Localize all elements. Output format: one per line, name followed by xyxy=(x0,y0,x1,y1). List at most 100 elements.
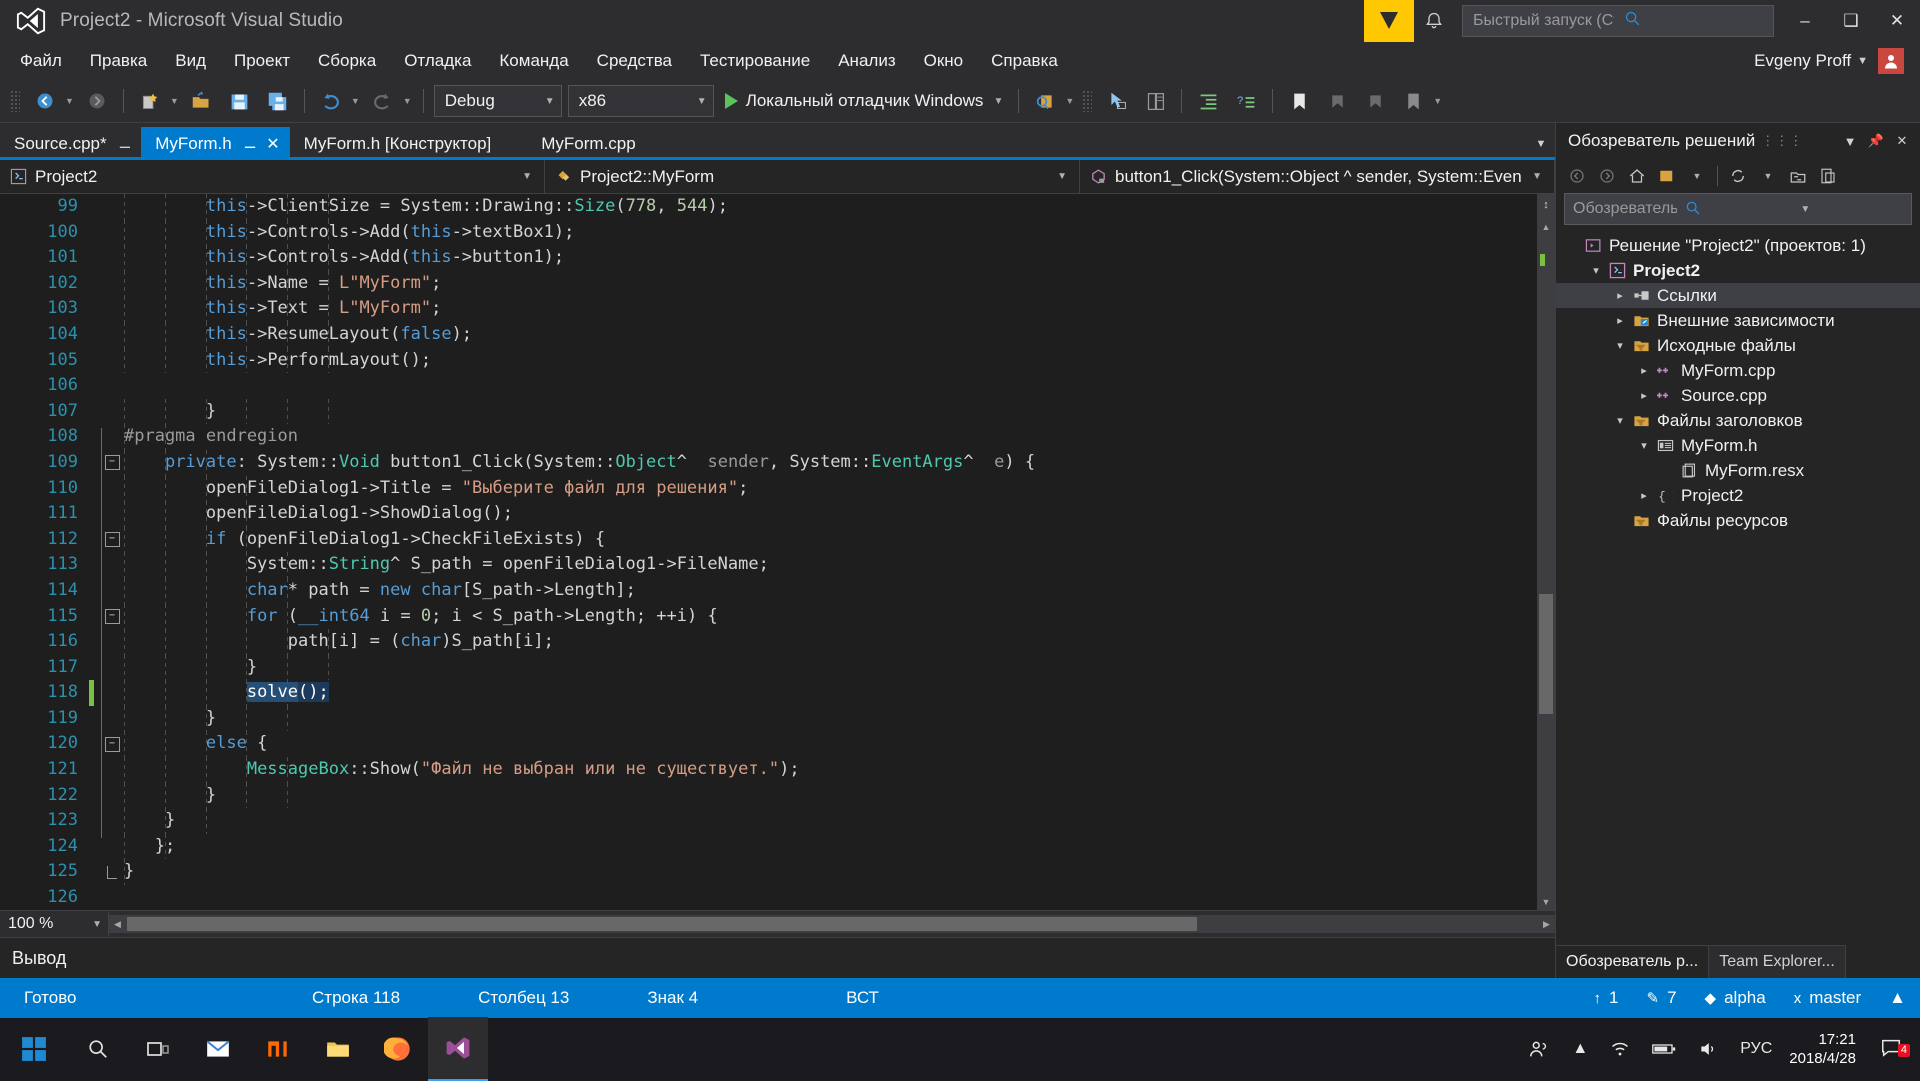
tree-item[interactable]: ▾ Файлы заголовков xyxy=(1556,408,1920,433)
tab-myform-cpp[interactable]: MyForm.cpp xyxy=(501,127,646,160)
select-element-icon[interactable] xyxy=(1098,85,1136,117)
chevron-down-icon[interactable]: ▾ xyxy=(1610,414,1630,427)
chevron-down-icon[interactable]: ▼ xyxy=(1857,55,1868,67)
code-text[interactable]: } xyxy=(122,705,1537,732)
code-text[interactable]: this->Controls->Add(this->textBox1); xyxy=(122,219,1537,246)
auto-hide-pin-icon[interactable]: 📌 xyxy=(1864,129,1888,153)
code-text[interactable]: this->ClientSize = System::Drawing::Size… xyxy=(122,194,1537,220)
code-text[interactable]: openFileDialog1->ShowDialog(); xyxy=(122,501,1537,527)
chevron-right-icon[interactable]: ▸ xyxy=(1634,364,1654,377)
code-line[interactable]: 122 } xyxy=(0,782,1537,809)
code-lines[interactable]: 99 this->ClientSize = System::Drawing::S… xyxy=(0,194,1537,910)
menu-item-tools[interactable]: Средства xyxy=(583,47,686,75)
toolbar-grip[interactable] xyxy=(10,90,20,112)
code-line[interactable]: 109 − private: System::Void button1_Click… xyxy=(0,449,1537,476)
tree-item[interactable]: ▸ Внешние зависимости xyxy=(1556,308,1920,333)
chevron-down-icon[interactable]: ▼ xyxy=(537,96,555,107)
member-select[interactable]: button1_Click(System::Object ^ sender, S… xyxy=(1080,160,1555,193)
chevron-right-icon[interactable]: ▸ xyxy=(1610,289,1630,302)
compare-files-icon[interactable] xyxy=(1136,85,1174,117)
properties-icon[interactable] xyxy=(1813,162,1843,190)
code-text[interactable]: solve(); xyxy=(122,680,1537,706)
code-text[interactable]: #pragma endregion xyxy=(122,424,1537,450)
code-text[interactable]: char* path = new char[S_path->Length]; xyxy=(122,577,1537,604)
close-icon[interactable]: ✕ xyxy=(1890,129,1914,153)
collapse-icon[interactable]: − xyxy=(104,608,120,624)
tree-item[interactable]: ▸ { } Project2 xyxy=(1556,483,1920,508)
code-line[interactable]: 107 } xyxy=(0,398,1537,425)
code-line[interactable]: 103 this->Text = L"MyForm"; xyxy=(0,296,1537,322)
code-line[interactable]: 111 openFileDialog1->ShowDialog(); xyxy=(0,501,1537,527)
tab-solution-explorer[interactable]: Обозреватель р... xyxy=(1556,945,1710,978)
next-bookmark-icon[interactable] xyxy=(1356,85,1394,117)
save-icon[interactable] xyxy=(221,85,259,117)
task-view-icon[interactable] xyxy=(128,1018,188,1080)
solution-configuration-select[interactable]: Debug ▼ xyxy=(433,85,562,117)
toggle-bookmark-icon[interactable] xyxy=(1280,85,1318,117)
menu-item-help[interactable]: Справка xyxy=(977,47,1072,75)
code-text[interactable]: } xyxy=(122,782,1537,809)
code-line[interactable]: 124 }; xyxy=(0,833,1537,860)
avatar[interactable] xyxy=(1878,48,1904,74)
status-repository[interactable]: ◆ alpha xyxy=(1691,988,1780,1008)
tree-item[interactable]: ▾ MyForm.h xyxy=(1556,433,1920,458)
notifications-bell-icon[interactable] xyxy=(1414,0,1454,42)
taskbar-mail-icon[interactable] xyxy=(188,1018,248,1080)
indent-icon[interactable] xyxy=(1189,85,1227,117)
chevron-down-icon[interactable]: ▼ xyxy=(689,96,707,107)
open-file-icon[interactable] xyxy=(183,85,221,117)
tree-item[interactable]: ▾ Исходные файлы xyxy=(1556,333,1920,358)
fold-glyph[interactable]: − xyxy=(102,532,122,548)
hscroll-thumb[interactable] xyxy=(127,917,1197,931)
code-text[interactable]: MessageBox::Show("Файл не выбран или не … xyxy=(122,757,1537,783)
navigate-back-icon[interactable] xyxy=(26,85,64,117)
chevron-down-icon[interactable]: ▼ xyxy=(92,919,108,930)
menu-item-edit[interactable]: Правка xyxy=(76,47,161,75)
forward-icon[interactable] xyxy=(1592,162,1622,190)
clear-bookmarks-icon[interactable] xyxy=(1394,85,1432,117)
class-select[interactable]: Project2::MyForm ▼ xyxy=(545,160,1080,193)
code-text[interactable]: this->PerformLayout(); xyxy=(122,347,1537,374)
code-text[interactable]: this->ResumeLayout(false); xyxy=(122,321,1537,348)
project-select[interactable]: Project2 ▼ xyxy=(0,160,545,193)
battery-icon[interactable] xyxy=(1641,1041,1687,1057)
fold-glyph[interactable]: − xyxy=(102,736,122,752)
new-item-icon[interactable] xyxy=(131,85,169,117)
maximize-button[interactable]: ❑ xyxy=(1828,0,1874,42)
chevron-right-icon[interactable]: ▸ xyxy=(1610,314,1630,327)
search-icon[interactable] xyxy=(1677,200,1793,219)
tree-item[interactable]: Решение "Project2" (проектов: 1) xyxy=(1556,233,1920,258)
code-editor[interactable]: 99 this->ClientSize = System::Drawing::S… xyxy=(0,194,1555,910)
scroll-up-arrow[interactable]: ▲ xyxy=(1537,218,1555,235)
code-line[interactable]: 106 xyxy=(0,373,1537,399)
code-line[interactable]: 123 } xyxy=(0,808,1537,834)
close-button[interactable]: ✕ xyxy=(1874,0,1920,42)
code-text[interactable]: } xyxy=(122,859,1537,886)
menu-item-test[interactable]: Тестирование xyxy=(686,47,824,75)
tab-overflow-icon[interactable]: ▼ xyxy=(1527,127,1555,160)
code-text[interactable]: } xyxy=(122,808,1537,834)
tree-item[interactable]: ▸ Ссылки xyxy=(1556,283,1920,308)
collapse-icon[interactable]: − xyxy=(104,736,120,752)
editor-splitter-handle[interactable]: ↕ xyxy=(1537,194,1555,216)
fold-glyph[interactable]: − xyxy=(102,608,122,624)
editor-vertical-scrollbar[interactable]: ↕ ▲ ▼ xyxy=(1537,194,1555,910)
prev-bookmark-icon[interactable] xyxy=(1318,85,1356,117)
solution-tree[interactable]: Решение "Project2" (проектов: 1) ▾ Project… xyxy=(1556,229,1920,942)
scroll-right-arrow[interactable]: ▶ xyxy=(1538,919,1555,930)
code-text[interactable]: this->Text = L"MyForm"; xyxy=(122,296,1537,322)
status-notifications-icon[interactable]: ▲ xyxy=(1875,988,1908,1008)
chevron-down-icon[interactable]: ▼ xyxy=(983,96,1003,107)
save-all-icon[interactable] xyxy=(259,85,297,117)
quick-launch-input[interactable]: Быстрый запуск (Ctrl+Q) xyxy=(1462,5,1774,37)
taskbar-visual-studio-icon[interactable] xyxy=(428,1017,488,1081)
code-line[interactable]: 119 } xyxy=(0,705,1537,732)
code-line[interactable]: 118 solve(); xyxy=(0,680,1537,706)
code-line[interactable]: 110 openFileDialog1->Title = "Выберите ф… xyxy=(0,475,1537,502)
code-line[interactable]: 120 − else { xyxy=(0,731,1537,758)
code-line[interactable]: 117 } xyxy=(0,654,1537,681)
toolbar-overflow[interactable]: ▼ xyxy=(1432,96,1446,106)
menu-item-team[interactable]: Команда xyxy=(485,47,582,75)
fold-glyph[interactable]: − xyxy=(102,455,122,471)
code-text[interactable]: private: System::Void button1_Click(Syst… xyxy=(122,449,1537,476)
